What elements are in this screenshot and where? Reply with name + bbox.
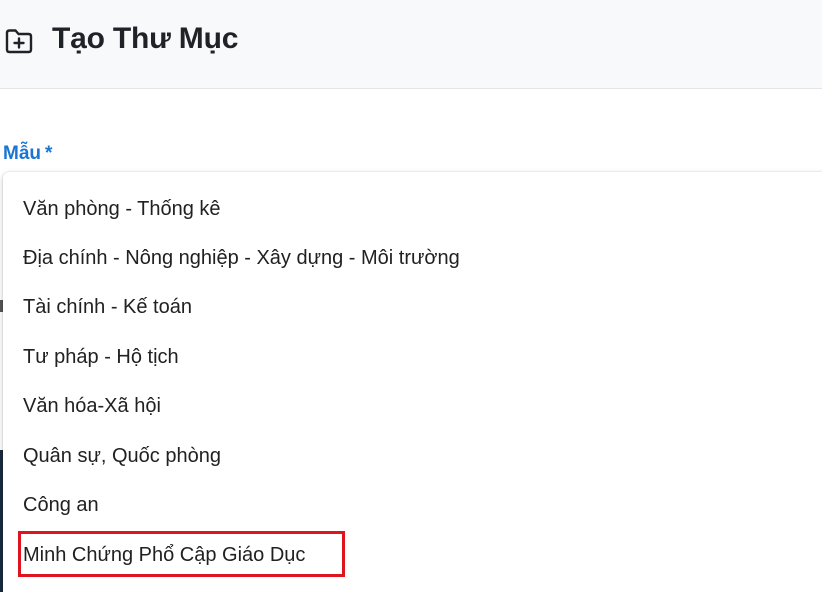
dropdown-option[interactable]: Văn hóa-Xã hội	[23, 391, 161, 421]
page-header: Tạo Thư Mục	[0, 0, 822, 89]
dropdown-option[interactable]: Văn phòng - Thống kê	[23, 194, 221, 224]
dropdown-option[interactable]: Quân sự, Quốc phòng	[23, 441, 221, 471]
dropdown-option[interactable]: Tư pháp - Hộ tịch	[23, 342, 179, 372]
folder-plus-icon	[5, 29, 33, 54]
dropdown-option[interactable]: Công an	[23, 490, 99, 520]
create-folder-page: Tạo Thư Mục Mẫu * Văn phòng - Thống kê Đị…	[0, 0, 822, 592]
template-field-label: Mẫu *	[3, 143, 52, 165]
template-dropdown-menu	[3, 172, 822, 592]
dropdown-option-highlighted[interactable]: Minh Chứng Phổ Cập Giáo Dục	[23, 540, 305, 570]
dropdown-option[interactable]: Địa chính - Nông nghiệp - Xây dựng - Môi…	[23, 243, 460, 273]
required-mark: *	[45, 143, 53, 164]
dropdown-option[interactable]: Tài chính - Kế toán	[23, 292, 192, 322]
page-title: Tạo Thư Mục	[52, 22, 239, 55]
template-label-text: Mẫu	[3, 143, 41, 164]
